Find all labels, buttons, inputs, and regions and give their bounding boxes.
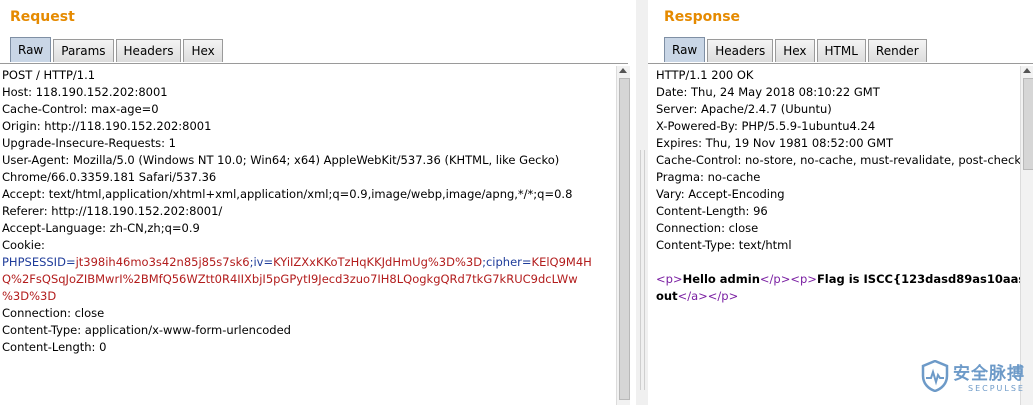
response-viewer[interactable]: HTTP/1.1 200 OK Date: Thu, 24 May 2018 0… — [656, 67, 1033, 405]
secpulse-watermark: 安全脉搏 SECPULSE — [921, 359, 1025, 393]
tab-params[interactable]: Params — [53, 39, 114, 62]
tab-raw[interactable]: Raw — [664, 37, 706, 62]
cookie-key: PHPSESSID — [2, 255, 66, 269]
response-line: Vary: Accept-Encoding — [656, 187, 785, 201]
tab-render[interactable]: Render — [867, 39, 927, 62]
response-line: Server: Apache/2.4.7 (Ubuntu) — [656, 102, 832, 116]
request-line: Origin: http://118.190.152.202:8001 — [2, 119, 212, 133]
response-line: X-Powered-By: PHP/5.5.9-1ubuntu4.24 — [656, 119, 876, 133]
request-line: Cache-Control: max-age=0 — [2, 102, 159, 116]
response-line: Expires: Thu, 19 Nov 1981 08:52:00 GMT — [656, 136, 894, 150]
tab-headers[interactable]: Headers — [115, 39, 182, 62]
request-scrollbar[interactable] — [616, 66, 630, 405]
html-tag: </a> — [677, 289, 708, 303]
request-line: Connection: close — [2, 306, 105, 320]
tab-underline — [648, 63, 1033, 64]
body-text: out — [656, 289, 678, 303]
request-line: User-Agent: Mozilla/5.0 (Windows NT 10.0… — [2, 153, 560, 167]
cookie-key: cipher — [485, 255, 522, 269]
request-tabs: Raw Params Headers Hex — [10, 37, 225, 63]
html-tag: <p> — [656, 272, 683, 286]
cookie-key: iv — [253, 255, 264, 269]
tab-underline — [0, 63, 628, 64]
request-line: Content-Type: application/x-www-form-url… — [2, 323, 291, 337]
response-line: Content-Length: 96 — [656, 204, 768, 218]
response-tabs: Raw Headers Hex HTML Render — [664, 37, 929, 63]
request-line: Referer: http://118.190.152.202:8001/ — [2, 204, 223, 218]
html-tag: <p> — [790, 272, 817, 286]
cookie-value: KYiIZXxKKoTzHqKKJdHmUg%3D%3D — [273, 255, 483, 269]
request-line: Accept-Language: zh-CN,zh;q=0.9 — [2, 221, 200, 235]
response-body-line: out</a></p> — [656, 288, 1033, 305]
cookie-value-wrap: %3D%3D — [2, 289, 57, 303]
tab-headers[interactable]: Headers — [707, 39, 774, 62]
tab-html[interactable]: HTML — [816, 39, 866, 62]
cookie-line: PHPSESSID=jt398ih46mo3s42n85j85s7sk6;iv=… — [2, 254, 636, 271]
response-line: Content-Type: text/html — [656, 238, 792, 252]
tab-hex[interactable]: Hex — [775, 39, 815, 62]
cookie-eq: = — [263, 255, 274, 269]
html-tag: </p> — [759, 272, 791, 286]
cookie-eq: = — [65, 255, 76, 269]
scroll-thumb[interactable] — [1023, 78, 1033, 170]
request-line: Host: 118.190.152.202:8001 — [2, 85, 168, 99]
request-pane: Request Raw Params Headers Hex POST / HT… — [0, 0, 636, 405]
request-line: Upgrade-Insecure-Requests: 1 — [2, 136, 176, 150]
response-line: Date: Thu, 24 May 2018 08:10:22 GMT — [656, 85, 880, 99]
request-line: Accept: text/html,application/xhtml+xml,… — [2, 187, 573, 201]
cookie-eq: = — [521, 255, 532, 269]
response-line: HTTP/1.1 200 OK — [656, 68, 754, 82]
response-title: Response — [664, 9, 741, 25]
cookie-value: KElQ9M4H — [531, 255, 592, 269]
tab-raw[interactable]: Raw — [10, 37, 52, 62]
request-line: POST / HTTP/1.1 — [2, 68, 96, 82]
watermark-sub: SECPULSE — [968, 384, 1025, 393]
request-title: Request — [10, 9, 75, 25]
tab-hex[interactable]: Hex — [183, 39, 223, 62]
watermark-name: 安全脉搏 — [953, 364, 1025, 384]
scroll-up-arrow-icon[interactable] — [1023, 68, 1031, 73]
cookie-value-wrap: Q%2FsQSqJoZIBMwrI%2BMfQ56WZtt0R4IIXbjI5p… — [2, 272, 578, 286]
response-line: Cache-Control: no-store, no-cache, must-… — [656, 153, 1031, 167]
body-text: Hello admin — [682, 272, 760, 286]
cookie-value: jt398ih46mo3s42n85j85s7sk6 — [75, 255, 250, 269]
flag-text: Flag is ISCC{123dasd89as10aas} — [816, 272, 1033, 286]
response-line: Connection: close — [656, 221, 759, 235]
scroll-thumb[interactable] — [619, 78, 630, 400]
response-scrollbar[interactable] — [1020, 66, 1033, 405]
request-line: Cookie: — [2, 238, 45, 252]
request-line: Content-Length: 0 — [2, 340, 107, 354]
divider-grip[interactable] — [640, 150, 645, 390]
response-body-line: <p>Hello admin</p><p>Flag is ISCC{123das… — [656, 271, 1033, 288]
shield-logo-icon — [921, 360, 949, 392]
scroll-up-arrow-icon[interactable] — [619, 68, 627, 73]
response-pane: Response Raw Headers Hex HTML Render HTT… — [648, 0, 1033, 405]
pane-divider[interactable] — [636, 0, 648, 405]
response-line: Pragma: no-cache — [656, 170, 761, 184]
request-editor[interactable]: POST / HTTP/1.1 Host: 118.190.152.202:80… — [2, 67, 636, 405]
request-line: Chrome/66.0.3359.181 Safari/537.36 — [2, 170, 217, 184]
html-tag: </p> — [707, 289, 739, 303]
